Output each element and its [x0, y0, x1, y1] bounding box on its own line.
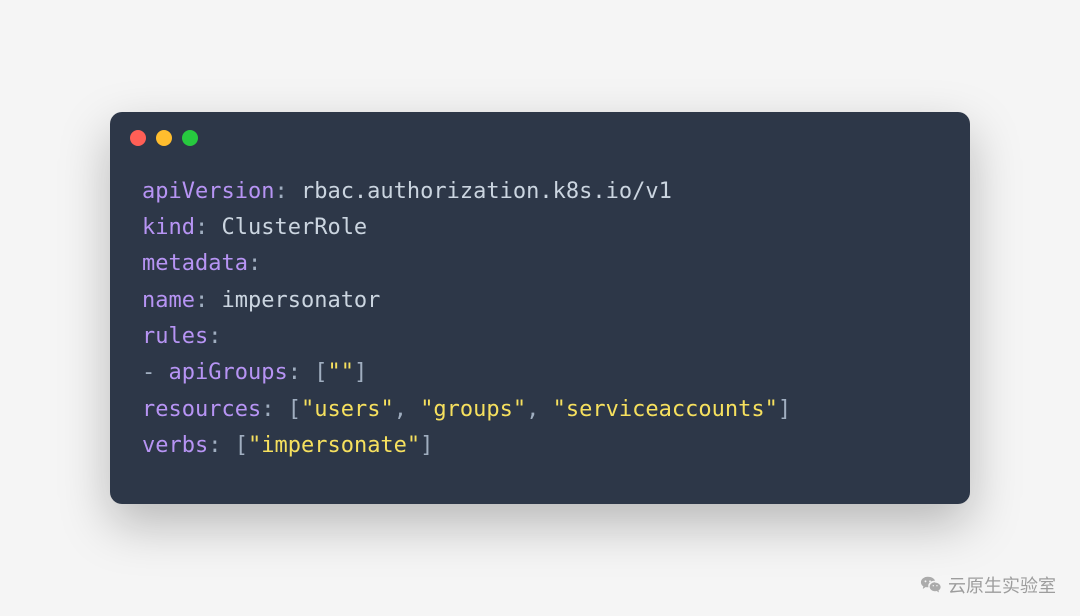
code-token: verbs [142, 433, 208, 458]
code-token: , [526, 397, 553, 422]
code-token: : [208, 324, 221, 349]
code-line: rules: [142, 319, 938, 355]
close-icon[interactable] [130, 130, 146, 146]
maximize-icon[interactable] [182, 130, 198, 146]
code-line: metadata: [142, 246, 938, 282]
code-token: : [274, 179, 301, 204]
code-token: : [195, 215, 222, 240]
code-block: apiVersion: rbac.authorization.k8s.io/v1… [110, 154, 970, 504]
code-token: metadata [142, 251, 248, 276]
code-line: verbs: ["impersonate"] [142, 428, 938, 464]
code-token: "" [327, 360, 354, 385]
code-token: impersonator [221, 288, 380, 313]
code-token: "users" [301, 397, 394, 422]
code-token: : [248, 251, 261, 276]
code-token: rbac.authorization.k8s.io/v1 [301, 179, 672, 204]
window-titlebar [110, 112, 970, 154]
terminal-window: apiVersion: rbac.authorization.k8s.io/v1… [110, 112, 970, 504]
code-token: : [ [208, 433, 248, 458]
watermark-text: 云原生实验室 [948, 572, 1056, 598]
code-token: resources [142, 397, 261, 422]
code-line: resources: ["users", "groups", "servicea… [142, 392, 938, 428]
code-line: apiVersion: rbac.authorization.k8s.io/v1 [142, 174, 938, 210]
code-token: : [ [261, 397, 301, 422]
code-token: : [ [288, 360, 328, 385]
code-token: "impersonate" [248, 433, 420, 458]
watermark: 云原生实验室 [920, 572, 1056, 598]
code-line: - apiGroups: [""] [142, 355, 938, 391]
code-line: kind: ClusterRole [142, 210, 938, 246]
wechat-icon [920, 574, 942, 596]
minimize-icon[interactable] [156, 130, 172, 146]
code-token: rules [142, 324, 208, 349]
code-token: "serviceaccounts" [553, 397, 778, 422]
code-token: "groups" [420, 397, 526, 422]
code-line: name: impersonator [142, 283, 938, 319]
code-token: : [195, 288, 222, 313]
code-token: - [142, 360, 169, 385]
code-token: name [142, 288, 195, 313]
code-token: kind [142, 215, 195, 240]
code-token: ClusterRole [221, 215, 367, 240]
code-token: , [394, 397, 421, 422]
code-token: ] [420, 433, 433, 458]
code-token: apiGroups [169, 360, 288, 385]
code-token: ] [778, 397, 791, 422]
code-token: apiVersion [142, 179, 274, 204]
code-token: ] [354, 360, 367, 385]
